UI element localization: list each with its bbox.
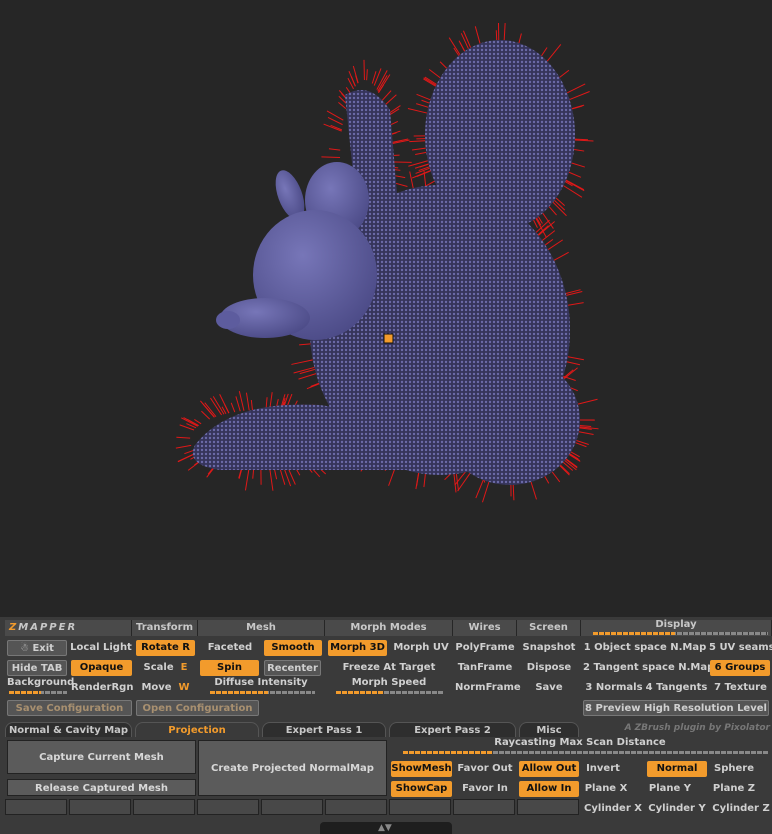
release-captured-mesh-button[interactable]: Release Captured Mesh <box>7 779 196 796</box>
exit-icon: ☃ <box>20 643 33 654</box>
section-screen: Screen <box>517 620 581 636</box>
show-mesh-button[interactable]: ShowMesh <box>391 761 452 777</box>
sphere-button[interactable]: Sphere <box>711 761 757 777</box>
section-wires: Wires <box>453 620 517 636</box>
invert-button[interactable]: Invert <box>583 761 623 777</box>
empty-slot <box>261 799 323 815</box>
diffuse-intensity-label: Diffuse Intensity <box>214 677 308 688</box>
plane-y-button[interactable]: Plane Y <box>647 781 693 797</box>
empty-slot <box>197 799 259 815</box>
texture-button[interactable]: 7 Texture <box>709 680 772 696</box>
collapse-arrows-icon: ▲▼ <box>378 823 392 833</box>
spin-button[interactable]: Spin <box>200 660 259 676</box>
mouse-mesh-render <box>175 23 599 503</box>
plugin-credit: A ZBrush plugin by Pixolator <box>624 723 770 733</box>
show-cap-button[interactable]: ShowCap <box>391 781 452 797</box>
render-rgn-button[interactable]: RenderRgn <box>71 680 133 696</box>
hide-tab-button[interactable]: Hide TAB <box>7 660 67 676</box>
capture-current-mesh-button[interactable]: Capture Current Mesh <box>7 740 196 774</box>
raycasting-slider-fill[interactable] <box>403 751 493 754</box>
snapshot-button[interactable]: Snapshot <box>519 640 579 656</box>
tangents-button[interactable]: 4 Tangents <box>645 680 708 696</box>
empty-slot <box>453 799 515 815</box>
background-slider-label: Background <box>7 677 75 688</box>
scale-button[interactable]: Scale E <box>136 660 195 676</box>
morph-speed-fill[interactable] <box>336 691 384 694</box>
section-morph-modes: Morph Modes <box>325 620 453 636</box>
pivot-marker <box>383 333 394 344</box>
normals-button[interactable]: 3 Normals <box>583 680 645 696</box>
allow-in-button[interactable]: Allow In <box>519 781 579 797</box>
local-light-button[interactable]: Local Light <box>70 640 132 656</box>
3d-viewport[interactable] <box>0 0 772 617</box>
empty-slot <box>133 799 195 815</box>
morph-3d-button[interactable]: Morph 3D <box>328 640 387 656</box>
raycasting-label: Raycasting Max Scan Distance <box>494 737 666 748</box>
move-button[interactable]: Move W <box>136 680 195 696</box>
save-button[interactable]: Save <box>519 680 579 696</box>
tab-projection[interactable]: Projection <box>135 722 259 737</box>
morph-uv-button[interactable]: Morph UV <box>391 640 451 656</box>
rotate-button[interactable]: Rotate R <box>136 640 195 656</box>
preview-high-res-button[interactable]: 8 Preview High Resolution Level <box>583 700 769 716</box>
empty-slot <box>389 799 451 815</box>
tangent-space-nmap-button[interactable]: 2 Tangent space N.Map <box>583 660 714 676</box>
exit-button[interactable]: ☃ Exit <box>7 640 67 656</box>
section-transform: Transform <box>132 620 198 636</box>
save-configuration-button[interactable]: Save Configuration <box>7 700 132 716</box>
opaque-button[interactable]: Opaque <box>71 660 132 676</box>
diffuse-intensity-fill[interactable] <box>210 691 268 694</box>
uv-seams-button[interactable]: 5 UV seams <box>709 640 772 656</box>
groups-button[interactable]: 6 Groups <box>710 660 770 676</box>
background-slider-fill[interactable] <box>9 691 41 694</box>
tanframe-button[interactable]: TanFrame <box>455 660 515 676</box>
mesh-hind <box>440 355 580 485</box>
smooth-button[interactable]: Smooth <box>264 640 322 656</box>
plane-x-button[interactable]: Plane X <box>583 781 629 797</box>
cylinder-z-button[interactable]: Cylinder Z <box>711 801 771 817</box>
favor-out-button[interactable]: Favor Out <box>455 761 515 777</box>
zmapper-logo: ZMAPPER <box>5 620 132 636</box>
recenter-button[interactable]: Recenter <box>264 660 321 676</box>
cylinder-x-button[interactable]: Cylinder X <box>583 801 643 817</box>
normal-button[interactable]: Normal <box>647 761 707 777</box>
object-space-nmap-button[interactable]: 1 Object space N.Map <box>583 640 707 656</box>
display-slider-fill[interactable] <box>593 632 675 635</box>
freeze-at-target-button[interactable]: Freeze At Target <box>328 660 450 676</box>
mesh-nose <box>216 311 240 329</box>
tab-expert-pass-2[interactable]: Expert Pass 2 <box>389 722 516 737</box>
morph-speed-label: Morph Speed <box>351 677 427 688</box>
create-projected-normalmap-button[interactable]: Create Projected NormalMap <box>198 740 387 796</box>
plane-z-button[interactable]: Plane Z <box>711 781 757 797</box>
tab-normal-cavity-map[interactable]: Normal & Cavity Map <box>5 722 132 737</box>
empty-slot <box>5 799 67 815</box>
empty-slot <box>69 799 131 815</box>
cylinder-y-button[interactable]: Cylinder Y <box>647 801 707 817</box>
open-configuration-button[interactable]: Open Configuration <box>136 700 259 716</box>
faceted-button[interactable]: Faceted <box>200 640 260 656</box>
tab-misc[interactable]: Misc <box>519 722 579 737</box>
tab-expert-pass-1[interactable]: Expert Pass 1 <box>262 722 386 737</box>
favor-in-button[interactable]: Favor In <box>455 781 515 797</box>
dispose-button[interactable]: Dispose <box>519 660 579 676</box>
polyframe-button[interactable]: PolyFrame <box>455 640 515 656</box>
empty-slot <box>517 799 579 815</box>
section-mesh: Mesh <box>198 620 325 636</box>
allow-out-button[interactable]: Allow Out <box>519 761 579 777</box>
empty-slot <box>325 799 387 815</box>
normframe-button[interactable]: NormFrame <box>455 680 521 696</box>
